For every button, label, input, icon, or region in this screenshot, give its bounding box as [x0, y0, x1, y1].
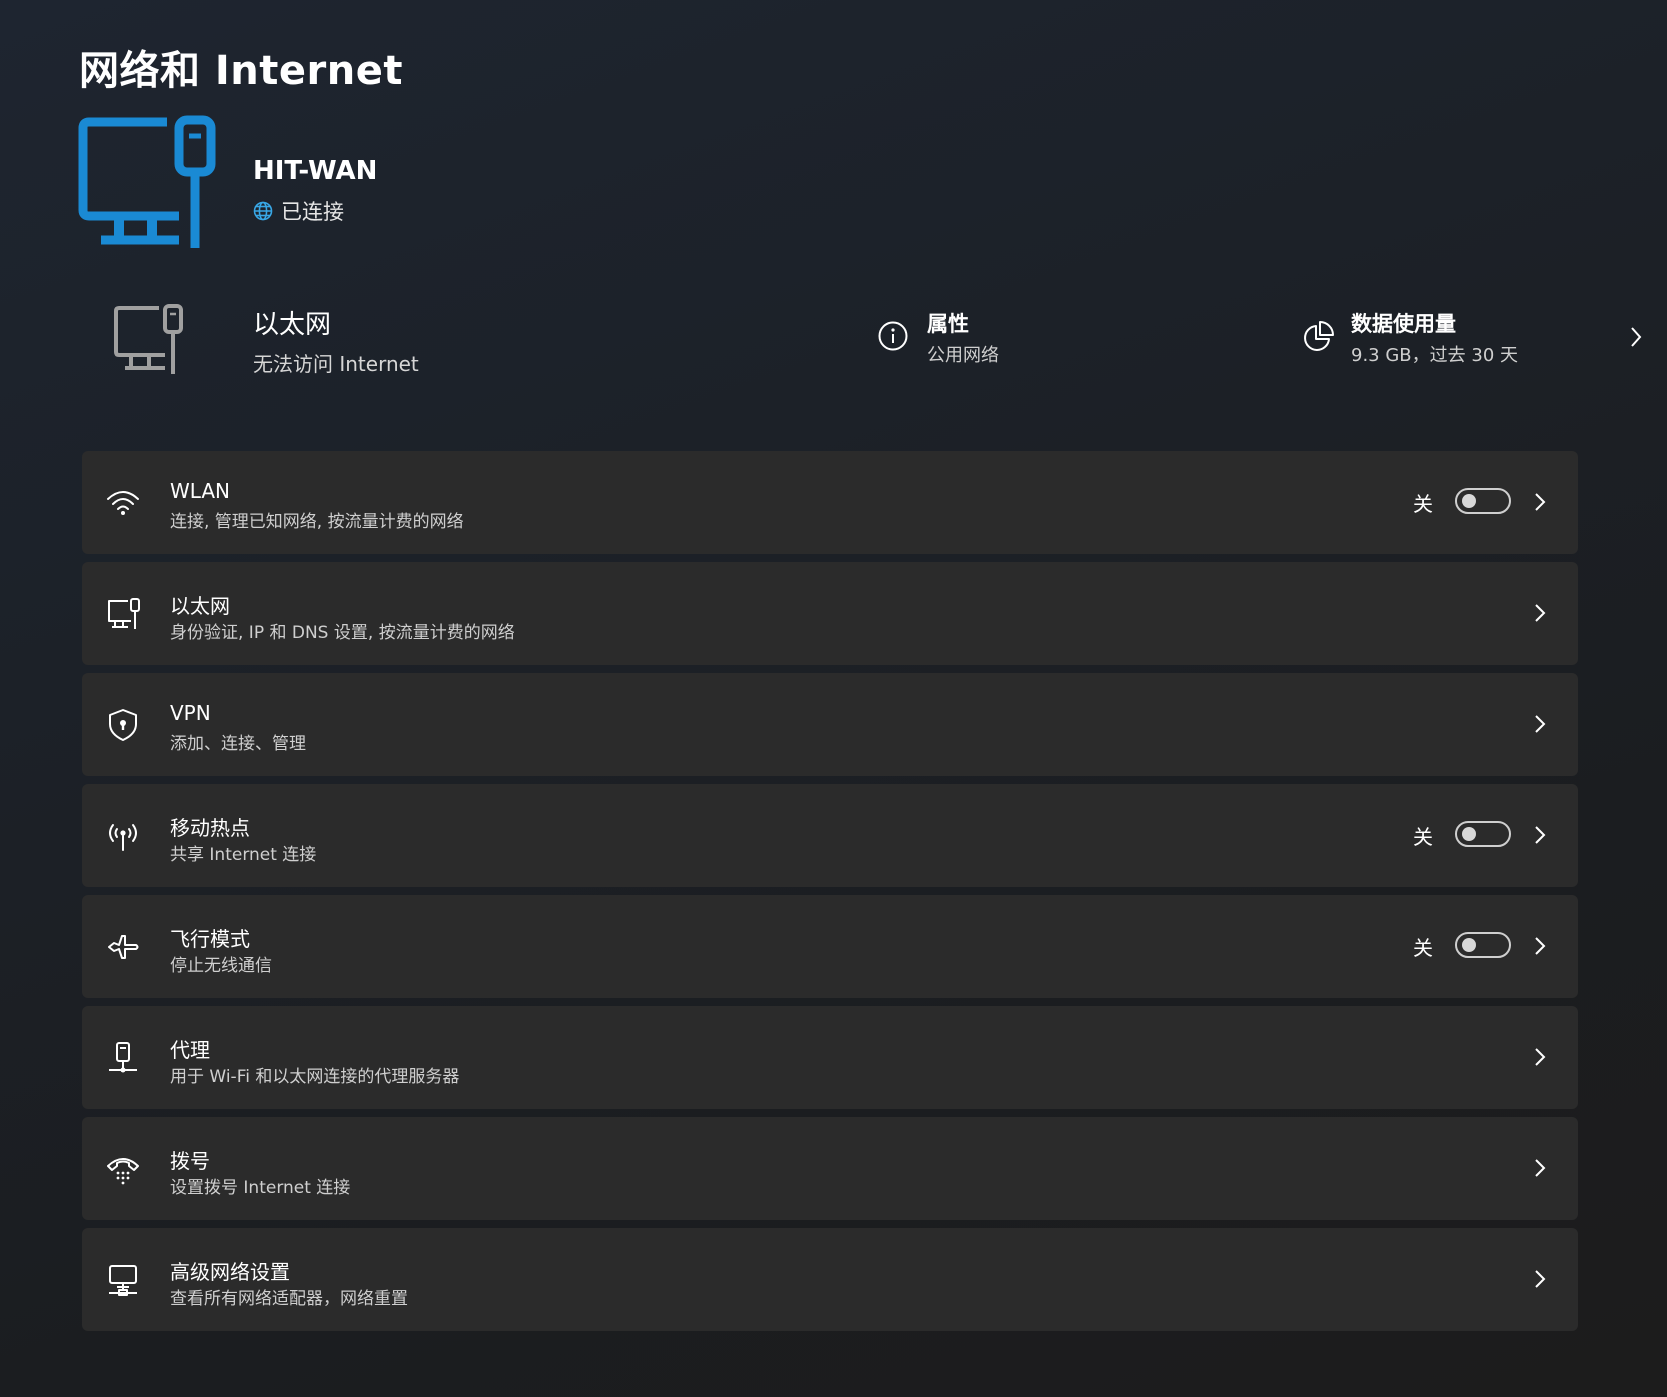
airplane-title: 飞行模式	[170, 927, 250, 951]
chevron-right-icon	[1535, 1048, 1546, 1066]
vpn-title: VPN	[170, 701, 211, 725]
setting-proxy[interactable]: 代理 用于 Wi-Fi 和以太网连接的代理服务器	[82, 1006, 1578, 1109]
ethernet-monitor-icon	[78, 115, 216, 248]
data-usage-value: 9.3 GB，过去 30 天	[1351, 345, 1518, 366]
data-usage-title: 数据使用量	[1351, 312, 1456, 336]
hotspot-icon	[109, 824, 137, 851]
proxy-title: 代理	[170, 1038, 210, 1062]
info-icon	[878, 321, 908, 351]
chevron-right-icon	[1535, 826, 1546, 844]
ethernet-summary-title: 以太网	[253, 310, 332, 340]
toggle-knob	[1462, 938, 1476, 952]
airplane-toggle-state: 关	[1413, 936, 1433, 960]
settings-list: WLAN 连接, 管理已知网络, 按流量计费的网络 关 以太网 身份验证, IP…	[82, 451, 1578, 1339]
hotspot-title: 移动热点	[170, 816, 250, 840]
setting-ethernet[interactable]: 以太网 身份验证, IP 和 DNS 设置, 按流量计费的网络	[82, 562, 1578, 665]
proxy-icon	[109, 1042, 137, 1073]
wifi-icon	[107, 491, 139, 515]
airplane-toggle[interactable]	[1455, 932, 1511, 958]
ethernet-monitor-icon	[114, 304, 183, 374]
hotspot-toggle[interactable]	[1455, 821, 1511, 847]
dialup-icon	[107, 1158, 139, 1185]
properties-link[interactable]: 属性 公用网络	[877, 306, 1217, 376]
advanced-network-icon	[109, 1265, 137, 1296]
shield-icon	[109, 709, 137, 741]
chevron-right-icon	[1535, 493, 1546, 511]
airplane-icon	[108, 935, 139, 959]
wlan-title: WLAN	[170, 479, 231, 503]
pie-chart-icon	[1304, 321, 1334, 351]
vpn-description: 添加、连接、管理	[170, 734, 306, 754]
network-profile: 公用网络	[927, 345, 999, 366]
ethernet-icon	[108, 598, 140, 629]
chevron-right-icon	[1535, 937, 1546, 955]
chevron-right-icon	[1535, 715, 1546, 733]
connection-name: HIT-WAN	[253, 156, 378, 186]
setting-wlan[interactable]: WLAN 连接, 管理已知网络, 按流量计费的网络 关	[82, 451, 1578, 554]
chevron-right-icon	[1535, 604, 1546, 622]
proxy-description: 用于 Wi-Fi 和以太网连接的代理服务器	[170, 1067, 460, 1087]
connection-status: 已连接	[253, 196, 344, 226]
connection-status-text: 已连接	[281, 200, 344, 224]
chevron-right-icon	[1535, 1270, 1546, 1288]
wlan-toggle-state: 关	[1413, 492, 1433, 516]
advanced-title: 高级网络设置	[170, 1260, 290, 1284]
toggle-knob	[1462, 494, 1476, 508]
chevron-right-icon	[1631, 327, 1642, 347]
ethernet-summary-status: 无法访问 Internet	[253, 352, 419, 376]
dialup-title: 拨号	[170, 1149, 210, 1173]
ethernet-description: 身份验证, IP 和 DNS 设置, 按流量计费的网络	[170, 623, 515, 643]
ethernet-title: 以太网	[170, 594, 230, 618]
setting-advanced-network[interactable]: 高级网络设置 查看所有网络适配器，网络重置	[82, 1228, 1578, 1331]
hotspot-description: 共享 Internet 连接	[170, 845, 317, 865]
setting-airplane-mode[interactable]: 飞行模式 停止无线通信 关	[82, 895, 1578, 998]
advanced-description: 查看所有网络适配器，网络重置	[170, 1289, 408, 1309]
chevron-right-icon	[1535, 1159, 1546, 1177]
setting-dial-up[interactable]: 拨号 设置拨号 Internet 连接	[82, 1117, 1578, 1220]
properties-title: 属性	[927, 312, 969, 336]
wlan-toggle[interactable]	[1455, 488, 1511, 514]
setting-vpn[interactable]: VPN 添加、连接、管理	[82, 673, 1578, 776]
ethernet-summary: 以太网 无法访问 Internet 属性 公用网络 数据使用量 9.3 GB，过…	[79, 290, 1642, 390]
current-connection: HIT-WAN 已连接	[78, 115, 679, 256]
airplane-description: 停止无线通信	[170, 956, 272, 976]
globe-icon	[253, 201, 273, 221]
data-usage-link[interactable]: 数据使用量 9.3 GB，过去 30 天	[1301, 306, 1657, 376]
setting-mobile-hotspot[interactable]: 移动热点 共享 Internet 连接 关	[82, 784, 1578, 887]
hotspot-toggle-state: 关	[1413, 825, 1433, 849]
wlan-description: 连接, 管理已知网络, 按流量计费的网络	[170, 512, 464, 532]
toggle-knob	[1462, 827, 1476, 841]
page-title: 网络和 Internet	[79, 48, 403, 94]
dialup-description: 设置拨号 Internet 连接	[170, 1178, 351, 1198]
